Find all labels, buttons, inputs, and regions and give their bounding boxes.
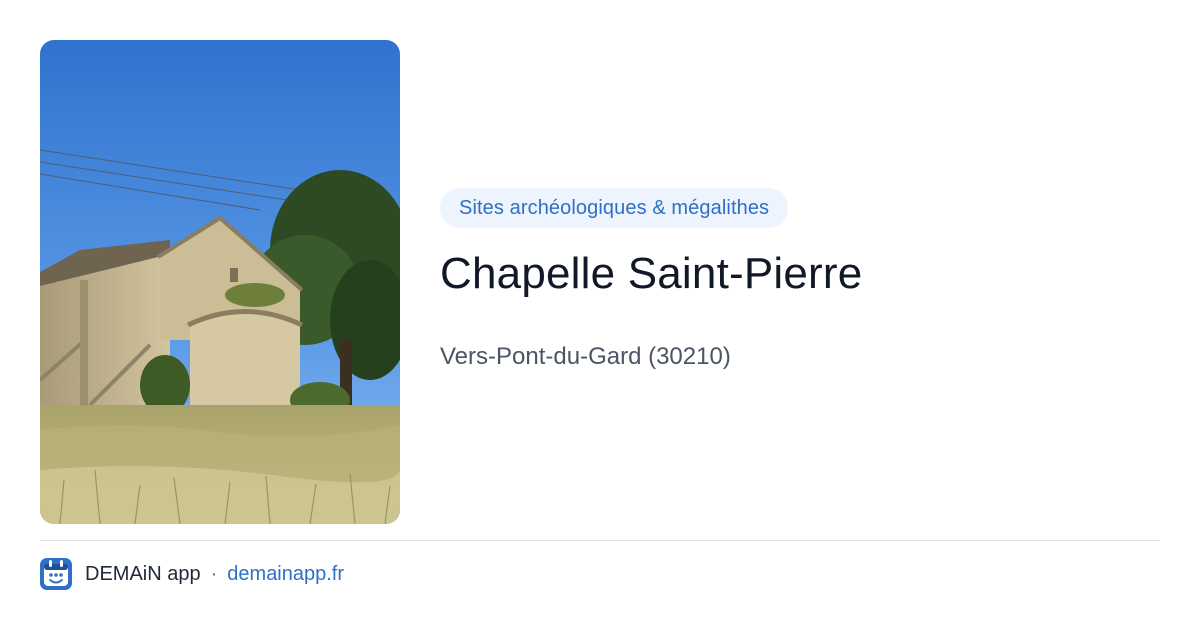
footer: DEMAiN app · demainapp.fr: [40, 558, 344, 590]
place-location: Vers-Pont-du-Gard (30210): [440, 343, 731, 370]
place-title: Chapelle Saint-Pierre: [440, 249, 863, 298]
share-card: Sites archéologiques & mégalithes Chapel…: [0, 0, 1200, 630]
chapel-photo: [40, 40, 400, 524]
footer-divider: [40, 540, 1160, 541]
site-link[interactable]: demainapp.fr: [227, 563, 344, 586]
card-content: Sites archéologiques & mégalithes Chapel…: [440, 188, 1160, 372]
chapel-photo-illustration: [40, 40, 400, 524]
app-name: DEMAiN app: [85, 562, 201, 585]
category-badge[interactable]: Sites archéologiques & mégalithes: [440, 188, 789, 228]
footer-separator: ·: [210, 562, 218, 585]
app-logo-icon: [40, 558, 72, 590]
